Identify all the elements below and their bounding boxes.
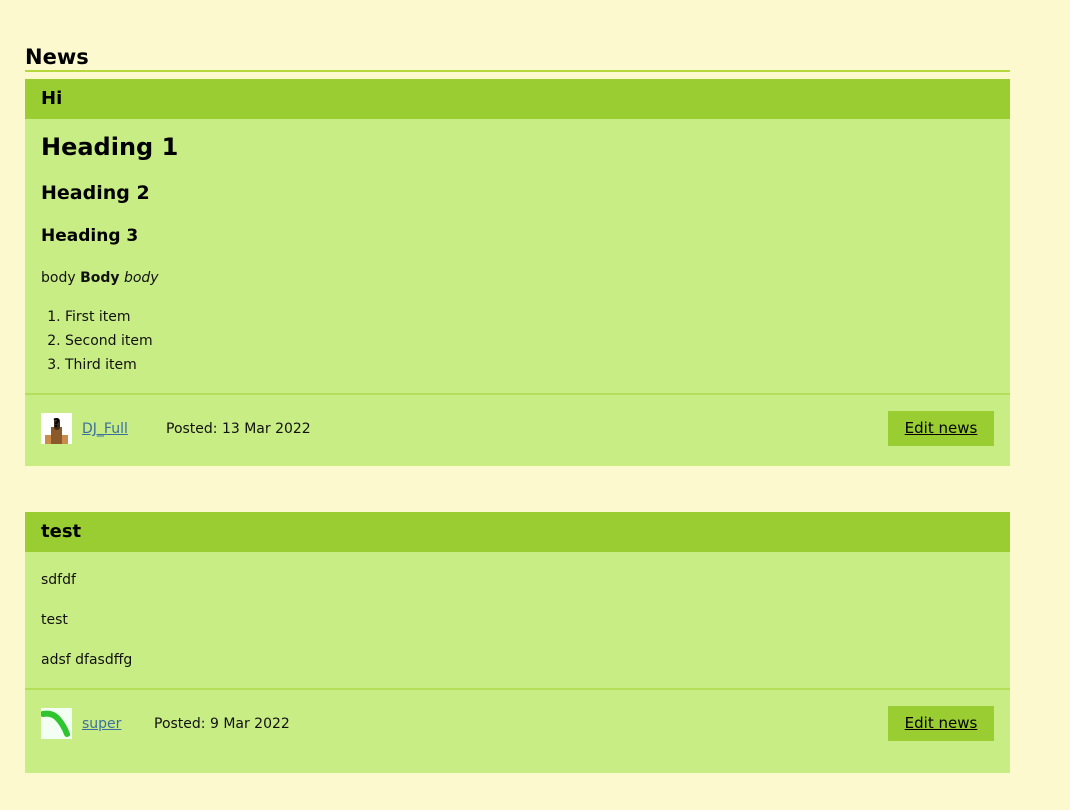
news-card: Hi Heading 1 Heading 2 Heading 3 body Bo… — [25, 79, 1010, 466]
body-paragraph: sdfdf — [41, 572, 76, 588]
news-footer: super Posted: 9 Mar 2022 Edit news — [25, 688, 1010, 773]
news-title: Hi — [25, 79, 1010, 119]
list-item: First item — [65, 305, 153, 329]
news-body: Heading 1 Heading 2 Heading 3 body Body … — [25, 119, 1010, 393]
news-page: News Hi Heading 1 Heading 2 Heading 3 bo… — [0, 0, 1070, 810]
author-avatar[interactable]: ? — [41, 413, 72, 444]
avatar-portrait-icon: ? — [41, 413, 72, 444]
news-body: sdfdf test adsf dfasdffg — [25, 552, 1010, 688]
author-avatar[interactable] — [41, 708, 72, 739]
news-title: test — [25, 512, 1010, 552]
body-paragraph: body Body body — [41, 269, 159, 287]
list-item: Third item — [65, 353, 153, 377]
section-title: News — [25, 44, 1010, 72]
news-footer: ? DJ_Full Posted: 13 Mar 2022 Edit news — [25, 393, 1010, 466]
edit-news-button[interactable]: Edit news — [888, 706, 994, 741]
svg-text:?: ? — [53, 416, 60, 430]
edit-news-button[interactable]: Edit news — [888, 411, 994, 446]
posted-date: Posted: 13 Mar 2022 — [166, 421, 311, 437]
heading-1: Heading 1 — [41, 133, 179, 161]
author-link[interactable]: DJ_Full — [82, 421, 128, 437]
body-italic: body — [123, 270, 159, 286]
news-card: test sdfdf test adsf dfasdffg super Post… — [25, 512, 1010, 773]
list-item: Second item — [65, 329, 153, 353]
body-paragraph: adsf dfasdffg — [41, 652, 133, 668]
body-bold: Body — [80, 270, 120, 286]
body-paragraph: test — [41, 612, 68, 628]
avatar-green-swirl-icon — [41, 708, 72, 739]
author-link[interactable]: super — [82, 716, 121, 732]
body-plain: body — [41, 270, 76, 286]
ordered-list: First item Second item Third item — [25, 305, 153, 377]
heading-3: Heading 3 — [41, 226, 139, 246]
posted-date: Posted: 9 Mar 2022 — [154, 716, 290, 732]
heading-2: Heading 2 — [41, 182, 150, 204]
